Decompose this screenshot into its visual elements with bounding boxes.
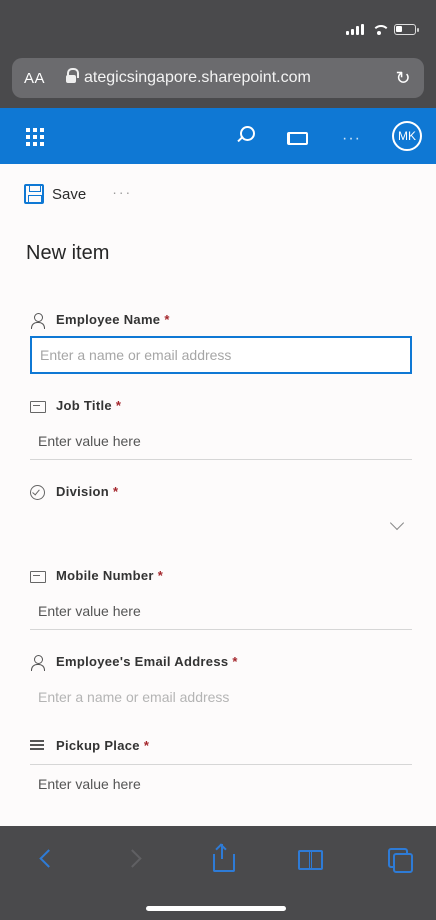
- signal-icon: [346, 24, 364, 35]
- status-bar: [0, 0, 436, 54]
- command-bar: Save ···: [24, 184, 132, 204]
- required-mark: *: [157, 568, 164, 583]
- employee-name-input[interactable]: Enter a name or email address: [30, 336, 412, 374]
- pickup-place-input[interactable]: Enter value here: [30, 764, 412, 802]
- suite-bar: ··· MK: [0, 108, 436, 164]
- field-label-text: Division: [56, 484, 109, 499]
- address-bar[interactable]: AA ategicsingapore.sharepoint.com ↻: [12, 58, 424, 98]
- job-title-input[interactable]: Enter value here: [30, 422, 412, 460]
- pickup-place-placeholder: Enter value here: [38, 775, 141, 792]
- person-icon: [30, 312, 46, 329]
- text-field-icon: [30, 569, 46, 583]
- lock-icon: [66, 68, 79, 84]
- job-title-label: Job Title *: [30, 398, 121, 413]
- employee-email-placeholder: Enter a name or email address: [38, 689, 230, 705]
- tabs-icon[interactable]: [388, 846, 413, 873]
- chevron-down-icon[interactable]: [389, 515, 405, 531]
- page-title: New item: [26, 242, 110, 264]
- status-icons: [346, 24, 419, 35]
- employee-email-input[interactable]: Enter a name or email address: [30, 678, 412, 716]
- battery-icon: [394, 24, 419, 35]
- employee-name-label: Employee Name *: [30, 312, 170, 329]
- megaphone-icon[interactable]: [287, 130, 308, 145]
- text-size-button[interactable]: AA: [24, 70, 58, 87]
- employee-name-placeholder: Enter a name or email address: [40, 347, 232, 363]
- mobile-number-input[interactable]: Enter value here: [30, 592, 412, 630]
- mobile-number-placeholder: Enter value here: [38, 602, 141, 619]
- required-mark: *: [112, 484, 119, 499]
- employee-email-label: Employee's Email Address *: [30, 654, 238, 671]
- bookmarks-icon[interactable]: [298, 846, 323, 870]
- choice-icon: [30, 484, 46, 500]
- field-label-text: Job Title: [56, 398, 112, 413]
- person-icon: [30, 654, 46, 671]
- multiline-text-icon: [30, 739, 46, 753]
- field-label-text: Employee's Email Address: [56, 654, 229, 669]
- app-launcher-icon[interactable]: [26, 128, 44, 146]
- forward-icon[interactable]: [124, 846, 148, 870]
- form-panel: Save ··· New item Employee Name * Enter …: [0, 164, 436, 826]
- save-icon[interactable]: [24, 184, 44, 204]
- save-button[interactable]: Save: [52, 186, 86, 203]
- reload-icon[interactable]: ↻: [394, 69, 412, 87]
- more-icon[interactable]: ···: [342, 130, 361, 148]
- avatar[interactable]: MK: [392, 121, 422, 151]
- url-text[interactable]: ategicsingapore.sharepoint.com: [84, 69, 394, 87]
- required-mark: *: [232, 654, 238, 669]
- required-mark: *: [115, 398, 122, 413]
- back-icon[interactable]: [34, 846, 58, 870]
- required-mark: *: [164, 312, 170, 327]
- field-label-text: Employee Name: [56, 312, 161, 327]
- division-dropdown[interactable]: [30, 508, 412, 546]
- wifi-icon: [372, 24, 390, 35]
- field-label-text: Mobile Number: [56, 568, 154, 583]
- search-icon[interactable]: [234, 124, 255, 144]
- more-commands-icon[interactable]: ···: [112, 184, 132, 200]
- job-title-placeholder: Enter value here: [38, 432, 141, 449]
- pickup-place-label: Pickup Place *: [30, 738, 149, 753]
- field-label-text: Pickup Place: [56, 738, 140, 753]
- mobile-number-label: Mobile Number *: [30, 568, 163, 583]
- home-indicator[interactable]: [146, 906, 286, 911]
- required-mark: *: [143, 738, 150, 753]
- text-field-icon: [30, 399, 46, 413]
- browser-toolbar: [0, 826, 436, 920]
- division-label: Division *: [30, 484, 119, 500]
- share-icon[interactable]: [210, 843, 235, 872]
